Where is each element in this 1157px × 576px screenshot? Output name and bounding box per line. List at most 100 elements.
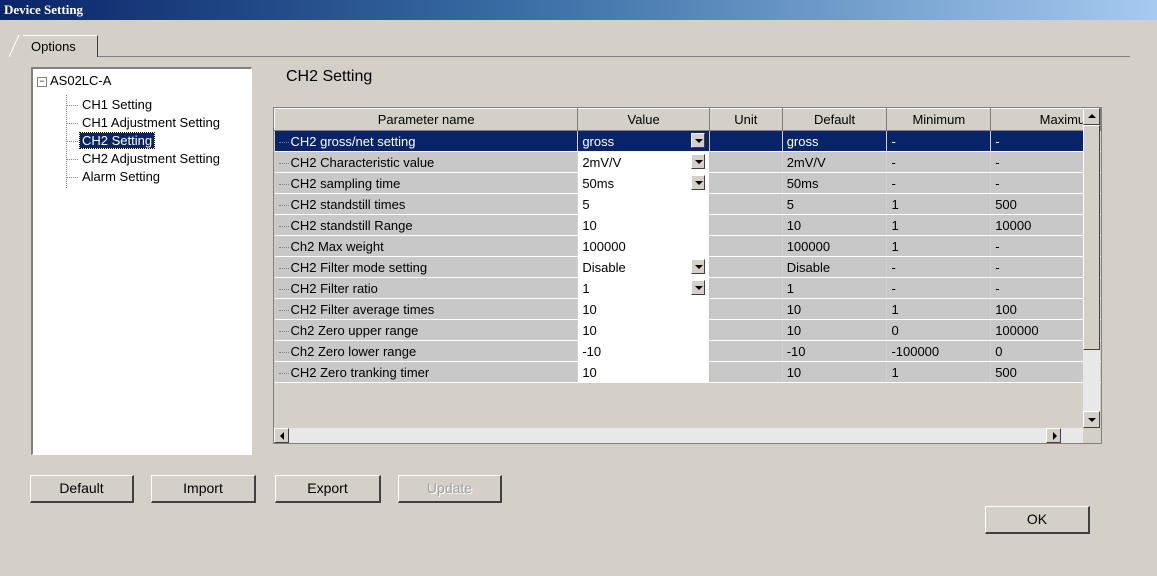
maximum-cell-text: - [995, 175, 1000, 191]
column-header-minimum[interactable]: Minimum [886, 108, 992, 131]
export-button[interactable]: Export [275, 475, 381, 503]
tree-item-ch1-setting[interactable]: CH1 Setting [66, 97, 154, 113]
value-cell-text: Disable [582, 259, 626, 275]
maximum-cell-text: - [995, 238, 1000, 254]
window-title: Device Setting [4, 2, 84, 17]
parameter-name-cell: CH2 Filter ratio [274, 277, 579, 299]
maximum-cell-text: 100 [995, 301, 1017, 317]
parameter-name-cell-text: CH2 Characteristic value [290, 154, 435, 170]
minimum-cell-text: -100000 [891, 343, 940, 359]
value-cell[interactable]: 50ms [577, 172, 710, 194]
unit-cell [709, 340, 783, 362]
value-cell[interactable]: 1 [577, 277, 710, 299]
maximum-cell-text: - [995, 280, 1000, 296]
dropdown-arrow-icon[interactable] [690, 280, 705, 295]
parameter-name-cell-text: Ch2 Max weight [290, 238, 384, 254]
device-tree[interactable]: − AS02LC-A CH1 Setting CH1 Adjustment Set… [31, 67, 252, 455]
maximum-cell-text: 100000 [995, 322, 1039, 338]
value-cell[interactable]: 10 [577, 298, 710, 320]
parameter-name-cell-text: CH2 standstill Range [290, 217, 413, 233]
scroll-right-icon[interactable] [1046, 428, 1061, 443]
dropdown-arrow-icon[interactable] [690, 259, 705, 274]
tree-item-ch2-adjustment[interactable]: CH2 Adjustment Setting [66, 151, 222, 167]
minimum-cell-text: 1 [891, 217, 899, 233]
column-header-parameter-name[interactable]: Parameter name [274, 108, 579, 131]
unit-cell [709, 298, 783, 320]
table-row[interactable]: CH2 Filter ratio 1 1 - - [274, 277, 1101, 299]
value-cell-text: -10 [582, 343, 602, 359]
column-header-unit[interactable]: Unit [708, 108, 783, 131]
value-cell[interactable]: Disable [577, 256, 710, 278]
value-cell[interactable]: 5 [577, 193, 710, 215]
scroll-left-icon[interactable] [274, 428, 289, 443]
parameter-name-cell-text: CH2 Filter ratio [290, 280, 378, 296]
parameter-name-cell: CH2 gross/net setting [274, 130, 579, 152]
dropdown-arrow-icon[interactable] [690, 175, 705, 190]
minimum-cell: - [886, 277, 992, 299]
unit-cell [709, 319, 783, 341]
tree-connector [278, 372, 289, 374]
tree-root[interactable]: − AS02LC-A [37, 73, 111, 89]
tab-options[interactable]: Options [9, 35, 98, 57]
table-row[interactable]: CH2 Zero tranking timer 10 10 1 500 [274, 361, 1101, 383]
minimum-cell-text: 1 [891, 301, 899, 317]
parameter-name-cell: CH2 Characteristic value [274, 151, 579, 173]
tree-connector [278, 246, 289, 248]
parameter-name-cell-text: CH2 gross/net setting [290, 133, 416, 149]
table-row[interactable]: CH2 gross/net setting gross gross - - [274, 130, 1101, 152]
scroll-down-icon[interactable] [1083, 411, 1100, 428]
table-row[interactable]: CH2 Filter mode setting Disable Disable - - [274, 256, 1101, 278]
dropdown-arrow-icon[interactable] [690, 154, 705, 169]
tree-item-ch1-adjustment[interactable]: CH1 Adjustment Setting [66, 115, 222, 131]
parameter-name-cell-text: Ch2 Zero upper range [290, 322, 419, 338]
minimum-cell-text: 1 [891, 196, 899, 212]
default-cell: Disable [782, 256, 888, 278]
collapse-icon[interactable]: − [37, 76, 47, 87]
unit-cell [709, 193, 783, 215]
unit-cell [709, 214, 783, 236]
value-cell-text: 100000 [582, 238, 626, 254]
table-row[interactable]: CH2 Filter average times 10 10 1 100 [274, 298, 1101, 320]
value-cell[interactable]: gross [577, 130, 710, 152]
table-row[interactable]: CH2 sampling time 50ms 50ms - - [274, 172, 1101, 194]
minimum-cell-text: - [891, 133, 896, 149]
table-row[interactable]: CH2 Characteristic value 2mV/V 2mV/V - - [274, 151, 1101, 173]
default-cell-text: Disable [786, 259, 831, 275]
tree-connector [66, 177, 78, 179]
value-cell[interactable]: -10 [577, 340, 710, 362]
value-cell[interactable]: 100000 [577, 235, 710, 257]
table-row[interactable]: CH2 standstill times 5 5 1 500 [274, 193, 1101, 215]
import-button[interactable]: Import [151, 475, 256, 503]
update-button[interactable]: Update [398, 475, 502, 503]
dropdown-arrow-icon[interactable] [690, 133, 705, 148]
table-row[interactable]: Ch2 Zero lower range -10 -10 -100000 0 [274, 340, 1101, 362]
ok-button[interactable]: OK [985, 506, 1090, 534]
value-cell[interactable]: 10 [577, 214, 710, 236]
default-cell: 5 [782, 193, 888, 215]
value-cell[interactable]: 10 [577, 319, 710, 341]
scroll-up-icon[interactable] [1083, 108, 1100, 125]
table-row[interactable]: CH2 standstill Range 10 10 1 10000 [274, 214, 1101, 236]
horizontal-scrollbar[interactable] [274, 428, 1083, 443]
default-button[interactable]: Default [30, 475, 134, 503]
tree-connector [278, 309, 289, 311]
column-header-default[interactable]: Default [781, 108, 888, 131]
parameter-name-cell: CH2 standstill Range [274, 214, 579, 236]
parameter-name-cell-text: Ch2 Zero lower range [290, 343, 417, 359]
default-cell: 10 [782, 214, 888, 236]
table-row[interactable]: Ch2 Zero upper range 10 10 0 100000 [274, 319, 1101, 341]
vertical-scroll-thumb[interactable] [1083, 125, 1100, 350]
value-cell[interactable]: 2mV/V [577, 151, 710, 173]
vertical-scrollbar[interactable] [1083, 108, 1100, 428]
parameter-name-cell-text: CH2 sampling time [290, 175, 401, 191]
value-cell[interactable]: 10 [577, 361, 710, 383]
parameter-grid[interactable]: Parameter name Value Unit Default Minimu… [273, 107, 1102, 444]
maximum-cell-text: 10000 [995, 217, 1032, 233]
value-cell-text: gross [582, 133, 615, 149]
tree-item-alarm-setting[interactable]: Alarm Setting [66, 169, 162, 185]
column-header-value[interactable]: Value [577, 108, 710, 131]
default-cell: 10 [782, 298, 888, 320]
tree-connector [278, 141, 289, 143]
table-row[interactable]: Ch2 Max weight 100000 100000 1 - [274, 235, 1101, 257]
tree-item-ch2-setting[interactable]: CH2 Setting [66, 132, 156, 149]
